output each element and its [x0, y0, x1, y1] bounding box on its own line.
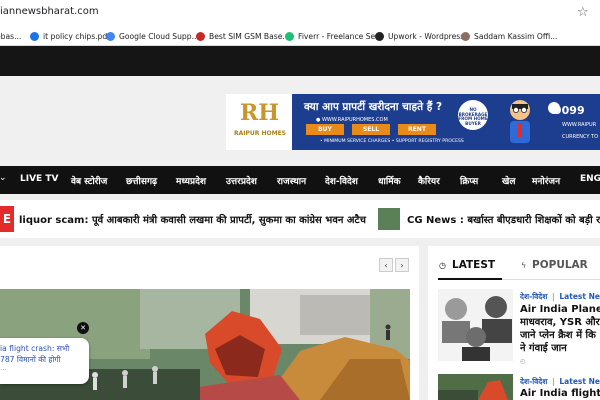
- ticker-label: E: [0, 206, 14, 232]
- headline-line: ने गंवाई जान: [520, 343, 567, 354]
- headline-line: Air India Plane Cr: [520, 304, 600, 315]
- ad-site: ● WWW.RAIPURHOMES.COM: [316, 117, 388, 123]
- upwork-icon: [375, 31, 384, 41]
- sidebar-category[interactable]: देश-विदेश | Latest News: [520, 377, 600, 387]
- bookmark-item[interactable]: Google Cloud Supp...: [106, 29, 199, 43]
- ad-tagline: • MINIMUM SERVICE CHARGES • SUPPORT REGI…: [320, 139, 464, 144]
- main-nav: ⌄ LIVE TV वेब स्टोरीज छत्तीसगढ़ मध्यप्रद…: [0, 166, 600, 194]
- ad-buy-button[interactable]: BUY: [306, 124, 344, 135]
- popup-dots: ...: [0, 364, 7, 372]
- prev-arrow-icon[interactable]: ‹: [379, 258, 393, 272]
- nav-item-manoranjan[interactable]: मनोरंजन: [532, 174, 560, 187]
- raipur-homes-ad-banner[interactable]: RH RAIPUR HOMES क्या आप प्रापर्टी खरीदना…: [226, 94, 600, 150]
- category-label: देश-विदेश: [520, 377, 548, 386]
- popup-text: ia flight crash: सभी 787 विमानों की होगी: [0, 343, 86, 365]
- nav-item-chhattisgarh[interactable]: छत्तीसगढ़: [126, 174, 157, 187]
- close-icon[interactable]: ✕: [77, 322, 89, 334]
- ad-headline: क्या आप प्रापर्टी खरीदना चाहते हैं ?: [304, 101, 443, 113]
- tab-latest[interactable]: LATEST: [452, 259, 495, 271]
- ticker-item[interactable]: CG News : बर्खास्त बीएडधारी शिक्षकों को …: [407, 212, 600, 226]
- calendar-icon: ◴: [520, 358, 526, 365]
- notification-popup[interactable]: ia flight crash: सभी 787 विमानों की होगी…: [0, 338, 89, 384]
- category-badge: Latest News: [559, 292, 600, 301]
- ad-brand-name: RAIPUR HOMES: [234, 130, 286, 137]
- nav-item-english[interactable]: ENGL: [580, 174, 600, 184]
- nav-item-rajasthan[interactable]: राजस्थान: [277, 174, 306, 187]
- bookmark-label: Best SIM GSM Base...: [209, 31, 290, 41]
- bookmark-label: it policy chips.pdf: [43, 31, 110, 41]
- sidebar-headline[interactable]: Air India flight cra: [520, 388, 600, 399]
- site-header: RH RAIPUR HOMES क्या आप प्रापर्टी खरीदना…: [0, 76, 600, 166]
- bookmark-label: Google Cloud Supp...: [119, 31, 199, 41]
- clock-icon: ◷: [439, 261, 446, 270]
- headline-line: जाने प्लेन क्रैश में कि: [520, 330, 596, 341]
- bookmark-label: Upwork - Wordpress: [388, 31, 465, 41]
- headline-line: माधवराव, YSR और: [520, 317, 600, 328]
- browser-address-bar[interactable]: iannewsbharat.com ☆: [0, 0, 600, 26]
- ad-logo-mark: RH: [240, 100, 280, 126]
- nav-item-career[interactable]: कैरियर: [418, 174, 440, 187]
- popup-line: 787 विमानों की होगी: [0, 355, 61, 364]
- portrait-collage-image: [438, 289, 513, 361]
- fiverr-icon: [285, 31, 294, 41]
- nav-item-dharmik[interactable]: धार्मिक: [378, 174, 401, 187]
- mascot-icon: [510, 100, 530, 143]
- sidebar-thumbnail[interactable]: [438, 289, 513, 361]
- category-label: देश-विदेश: [520, 292, 548, 301]
- ad-currency: CURRENCY TO: [562, 134, 599, 140]
- sidebar-headline[interactable]: Air India Plane Cr माधवराव, YSR और जाने …: [520, 303, 600, 355]
- nav-item-uttar-pradesh[interactable]: उत्तरप्रदेश: [226, 174, 257, 187]
- ticker-item[interactable]: liquor scam: पूर्व आबकारी मंत्री कवासी ल…: [19, 212, 366, 226]
- pdf-icon: [30, 31, 39, 41]
- nav-item-khel[interactable]: खेल: [502, 174, 515, 187]
- sidebar-category[interactable]: देश-विदेश | Latest News: [520, 292, 600, 302]
- google-icon: [106, 31, 115, 41]
- bookmark-item[interactable]: Saddam Kassim Offi...: [461, 29, 557, 43]
- bookmarks-bar: ebas... it policy chips.pdf Google Cloud…: [0, 26, 600, 46]
- bookmark-item[interactable]: ebas...: [0, 29, 21, 43]
- popup-line: ia flight crash: सभी: [0, 344, 70, 353]
- ad-site-2: WWW.RAIPUR: [562, 122, 597, 128]
- ad-phone: 9099: [554, 104, 585, 117]
- category-separator: |: [552, 377, 555, 386]
- next-arrow-icon[interactable]: ›: [395, 258, 409, 272]
- crash-thumbnail-image: [438, 374, 513, 400]
- nav-item-desh-videsh[interactable]: देश-विदेश: [325, 174, 358, 187]
- bookmark-star-icon[interactable]: ☆: [577, 5, 589, 20]
- active-tab-underline: [438, 278, 502, 280]
- bookmark-label: Saddam Kassim Offi...: [474, 31, 558, 41]
- bookmark-item[interactable]: Upwork - Wordpress: [375, 29, 464, 43]
- bookmark-label: Fiverr - Freelance Se...: [298, 31, 383, 41]
- tab-popular[interactable]: POPULAR: [532, 259, 588, 271]
- category-separator: |: [552, 292, 555, 301]
- bookmark-item[interactable]: Best SIM GSM Base...: [196, 29, 290, 43]
- nav-item-madhya-pradesh[interactable]: मध्यप्रदेश: [176, 174, 206, 187]
- chevron-down-icon[interactable]: ⌄: [0, 173, 7, 183]
- nav-item-crypto[interactable]: क्रिप्स: [460, 174, 478, 187]
- site-top-bar: [0, 46, 600, 76]
- nav-item-live-tv[interactable]: LIVE TV: [20, 174, 58, 184]
- sidebar-thumbnail[interactable]: [438, 374, 513, 400]
- url-text[interactable]: iannewsbharat.com: [0, 6, 99, 17]
- category-badge: Latest News: [559, 377, 600, 386]
- bookmark-label: ebas...: [0, 31, 22, 41]
- person-icon: [461, 31, 470, 41]
- ad-rent-button[interactable]: RENT: [398, 124, 436, 135]
- ad-sell-button[interactable]: SELL: [352, 124, 390, 135]
- bookmark-item[interactable]: it policy chips.pdf: [30, 29, 110, 43]
- site-icon: [196, 31, 205, 41]
- breaking-news-ticker: E liquor scam: पूर्व आबकारी मंत्री कवासी…: [0, 200, 600, 238]
- bookmark-item[interactable]: Fiverr - Freelance Se...: [285, 29, 382, 43]
- nav-item-web-stories[interactable]: वेब स्टोरीज: [71, 174, 107, 187]
- ticker-thumbnail[interactable]: [378, 208, 400, 230]
- ad-logo: RH RAIPUR HOMES: [226, 94, 292, 150]
- bolt-icon: ϟ: [521, 261, 527, 270]
- ad-stamp: NO BROKERAGE FROM HOME BUYER: [458, 100, 488, 130]
